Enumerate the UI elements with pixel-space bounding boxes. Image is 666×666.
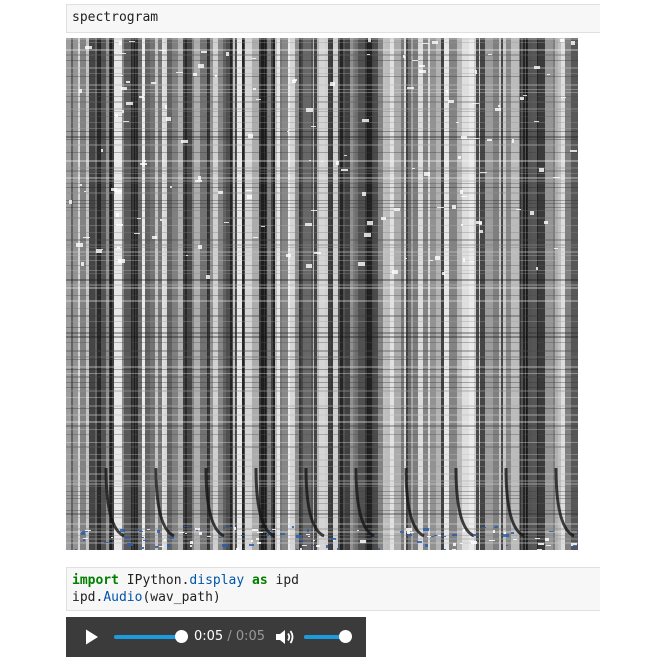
audio-player[interactable]: 0:05 / 0:05: [66, 617, 366, 657]
time-display: 0:05 / 0:05: [194, 628, 265, 646]
alias-name: ipd: [267, 573, 300, 588]
code-line-2: ipd.Audio(wav_path): [72, 590, 221, 605]
spectrogram-graphic: [66, 38, 578, 550]
progress-thumb[interactable]: [175, 630, 188, 643]
current-time: 0:05: [194, 629, 224, 644]
function-name: Audio: [103, 590, 143, 605]
volume-icon[interactable]: [275, 628, 295, 646]
keyword-as: as: [252, 573, 268, 588]
play-icon[interactable]: [83, 628, 101, 646]
time-separator: /: [223, 629, 236, 644]
keyword-import: import: [72, 573, 119, 588]
volume-slider[interactable]: [304, 630, 352, 643]
module-name: IPython.: [118, 573, 190, 588]
code-cell-audio[interactable]: import IPython.display as ipd ipd.Audio(…: [66, 567, 600, 611]
duration: 0:05: [235, 629, 266, 644]
progress-slider[interactable]: [114, 630, 188, 643]
code-cell-spectrogram[interactable]: spectrogram: [66, 4, 600, 33]
spectrogram-image: [66, 38, 578, 550]
module-attr: display: [189, 573, 245, 588]
progress-fill: [114, 635, 182, 639]
object-name: ipd.: [72, 590, 104, 605]
code-line-1: import IPython.display as ipd: [72, 573, 299, 588]
function-args: (wav_path): [142, 590, 221, 605]
volume-thumb[interactable]: [339, 630, 352, 643]
code-text: spectrogram: [72, 10, 159, 25]
